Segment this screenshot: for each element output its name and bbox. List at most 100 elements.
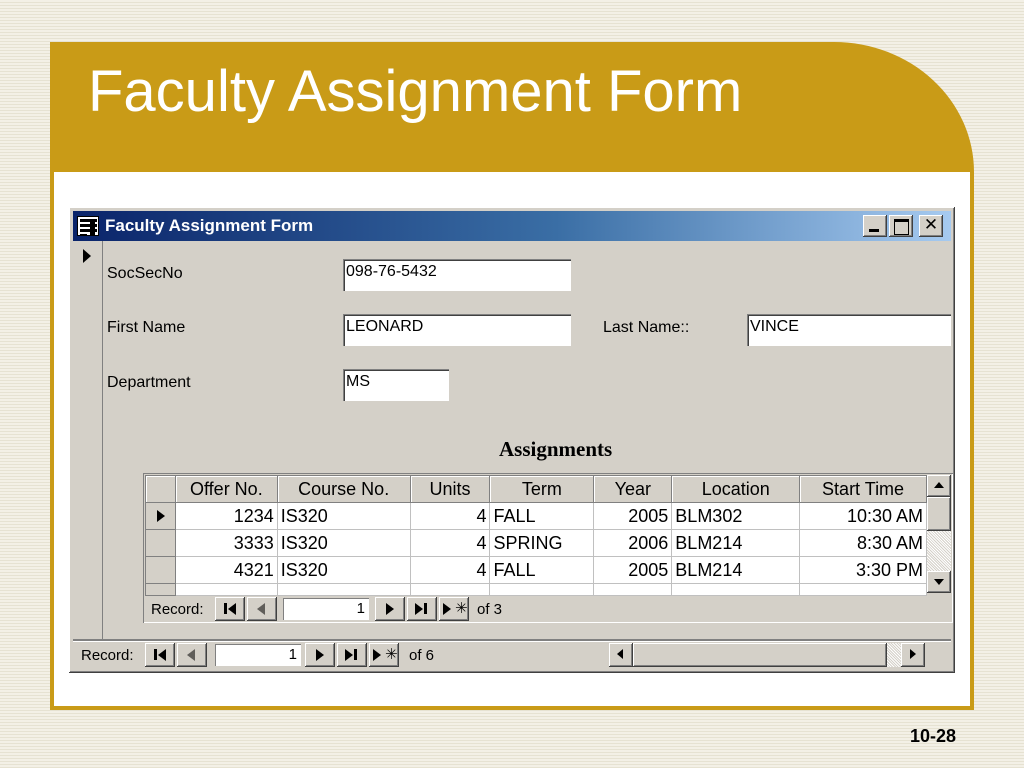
previous-record-icon <box>257 603 265 615</box>
current-row-arrow-icon <box>157 510 165 522</box>
last-record-button[interactable] <box>407 597 437 621</box>
department-label: Department <box>107 374 191 391</box>
column-header-location[interactable]: Location <box>671 475 801 503</box>
subform-vertical-scrollbar[interactable] <box>927 475 951 593</box>
units-cell[interactable]: 4 <box>409 502 491 530</box>
last-record-icon <box>415 603 423 615</box>
form-icon[interactable] <box>77 216 99 236</box>
year-cell[interactable]: 2005 <box>593 502 673 530</box>
subform-record-label: Record: <box>151 601 204 618</box>
main-record-label: Record: <box>81 647 134 664</box>
table-row[interactable]: 3333 IS320 4 SPRING 2006 BLM214 8:30 AM <box>145 529 927 557</box>
column-header-offer-no[interactable]: Offer No. <box>174 475 278 503</box>
access-form-window: Faculty Assignment Form ✕ SocSecNo 098-7… <box>68 206 956 674</box>
column-header-term[interactable]: Term <box>489 475 595 503</box>
main-current-record-input[interactable]: 1 <box>215 644 301 666</box>
record-selector[interactable] <box>73 241 103 639</box>
current-record-arrow-icon <box>83 249 91 263</box>
new-record-icon <box>443 603 451 615</box>
column-header-start-time[interactable]: Start Time <box>799 475 927 503</box>
department-field[interactable]: MS <box>343 369 449 401</box>
form-horizontal-scrollbar[interactable] <box>609 643 925 667</box>
close-button[interactable]: ✕ <box>919 215 943 237</box>
offer-no-cell[interactable]: 3333 <box>174 529 278 557</box>
form-footer-divider <box>73 639 951 641</box>
firstname-label: First Name <box>107 319 186 336</box>
lastname-field[interactable]: VINCE <box>747 314 951 346</box>
previous-record-icon <box>187 649 195 661</box>
lastname-label: Last Name:: <box>603 319 690 336</box>
location-cell[interactable]: BLM214 <box>671 529 801 557</box>
slide-number: 10-28 <box>910 726 957 746</box>
subform-record-navigation: Record: 1 ✳ of 3 <box>149 597 549 621</box>
location-cell[interactable]: BLM302 <box>671 502 801 530</box>
first-record-icon <box>154 649 157 660</box>
scroll-left-button[interactable] <box>609 643 633 667</box>
column-header-course-no[interactable]: Course No. <box>276 475 411 503</box>
new-record-icon <box>373 649 381 661</box>
select-all-corner[interactable] <box>145 475 176 503</box>
slide-title: Faculty Assignment Form <box>88 59 743 124</box>
maximize-button[interactable] <box>889 215 913 237</box>
row-selector[interactable] <box>145 502 176 530</box>
assignments-datasheet: Offer No. Course No. Units Term Year Loc… <box>145 475 927 596</box>
main-next-record-button[interactable] <box>305 643 335 667</box>
arrow-right-icon <box>910 649 916 659</box>
subform-current-record-input[interactable]: 1 <box>283 598 369 620</box>
offer-no-cell[interactable]: 1234 <box>174 502 278 530</box>
scroll-down-button[interactable] <box>927 571 951 593</box>
course-no-cell[interactable]: IS320 <box>276 529 411 557</box>
form-body: SocSecNo 098-76-5432 First Name LEONARD … <box>103 241 953 639</box>
main-last-record-button[interactable] <box>337 643 367 667</box>
start-time-cell[interactable]: 10:30 AM <box>799 502 927 530</box>
year-cell[interactable]: 2005 <box>593 556 673 584</box>
course-no-cell[interactable]: IS320 <box>276 502 411 530</box>
first-record-button[interactable] <box>215 597 245 621</box>
socsecno-field[interactable]: 098-76-5432 <box>343 259 571 291</box>
year-cell[interactable]: 2006 <box>593 529 673 557</box>
next-record-button[interactable] <box>375 597 405 621</box>
scroll-right-button[interactable] <box>901 643 925 667</box>
start-time-cell[interactable]: 3:30 PM <box>799 556 927 584</box>
main-record-count: of 6 <box>409 647 435 664</box>
arrow-left-icon <box>617 649 623 659</box>
main-first-record-button[interactable] <box>145 643 175 667</box>
offer-no-cell[interactable]: 4321 <box>174 556 278 584</box>
minimize-button[interactable] <box>863 215 887 237</box>
next-record-icon <box>316 649 324 661</box>
scroll-up-button[interactable] <box>927 475 951 497</box>
location-cell[interactable]: BLM214 <box>671 556 801 584</box>
term-cell[interactable]: FALL <box>489 502 595 530</box>
first-record-icon <box>224 603 227 614</box>
table-row[interactable]: 4321 IS320 4 FALL 2005 BLM214 3:30 PM <box>145 556 927 584</box>
scroll-thumb[interactable] <box>927 497 951 531</box>
new-record-row[interactable] <box>145 583 927 596</box>
units-cell[interactable]: 4 <box>409 529 491 557</box>
window-titlebar[interactable]: Faculty Assignment Form ✕ <box>73 211 951 241</box>
table-row[interactable]: 1234 IS320 4 FALL 2005 BLM302 10:30 AM <box>145 502 927 530</box>
row-selector[interactable] <box>145 583 176 596</box>
main-new-record-button[interactable]: ✳ <box>369 643 399 667</box>
next-record-icon <box>386 603 394 615</box>
main-record-navigation: Record: 1 ✳ of 6 <box>77 643 497 667</box>
column-header-year[interactable]: Year <box>593 475 673 503</box>
term-cell[interactable]: FALL <box>489 556 595 584</box>
course-no-cell[interactable]: IS320 <box>276 556 411 584</box>
arrow-up-icon <box>934 482 944 488</box>
new-record-button[interactable]: ✳ <box>439 597 469 621</box>
horizontal-scroll-thumb[interactable] <box>633 643 887 667</box>
arrow-down-icon <box>934 579 944 585</box>
row-selector[interactable] <box>145 556 176 584</box>
firstname-field[interactable]: LEONARD <box>343 314 571 346</box>
socsecno-label: SocSecNo <box>107 265 183 282</box>
row-selector[interactable] <box>145 529 176 557</box>
main-previous-record-button[interactable] <box>177 643 207 667</box>
units-cell[interactable]: 4 <box>409 556 491 584</box>
window-title: Faculty Assignment Form <box>105 216 314 235</box>
assignments-title: Assignments <box>499 437 613 461</box>
term-cell[interactable]: SPRING <box>489 529 595 557</box>
subform-record-count: of 3 <box>477 601 503 618</box>
start-time-cell[interactable]: 8:30 AM <box>799 529 927 557</box>
column-header-units[interactable]: Units <box>409 475 491 503</box>
previous-record-button[interactable] <box>247 597 277 621</box>
